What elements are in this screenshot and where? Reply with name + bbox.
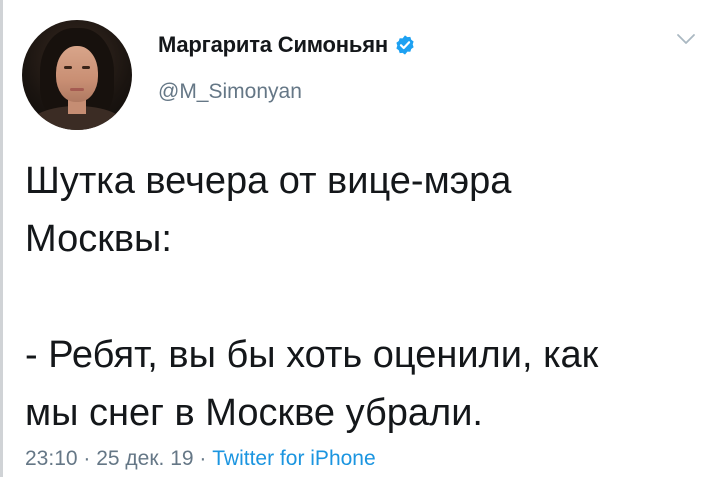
tweet-time[interactable]: 23:10 — [25, 447, 78, 470]
chevron-down-icon[interactable] — [676, 32, 696, 46]
tweet-card: Маргарита Симоньян @M_Simonyan Шутка веч… — [0, 0, 720, 477]
author-name-row[interactable]: Маргарита Симоньян — [158, 31, 416, 59]
tweet-source-link[interactable]: Twitter for iPhone — [212, 447, 375, 470]
verified-badge-icon — [396, 35, 414, 55]
tweet-date[interactable]: 25 дек. 19 — [96, 447, 193, 470]
avatar-face — [56, 46, 98, 102]
avatar-eye — [82, 66, 90, 69]
tweet-text: Шутка вечера от вице-мэра Москвы: - Ребя… — [25, 160, 599, 434]
meta-separator: · — [77, 447, 97, 470]
avatar[interactable] — [22, 20, 132, 130]
display-name[interactable]: Маргарита Симоньян — [158, 32, 388, 58]
user-handle[interactable]: @M_Simonyan — [158, 80, 302, 104]
meta-separator: · — [193, 447, 213, 470]
avatar-mouth — [70, 88, 84, 91]
avatar-eye — [64, 66, 72, 69]
tweet-meta: 23:10 · 25 дек. 19 · Twitter for iPhone — [25, 447, 376, 471]
